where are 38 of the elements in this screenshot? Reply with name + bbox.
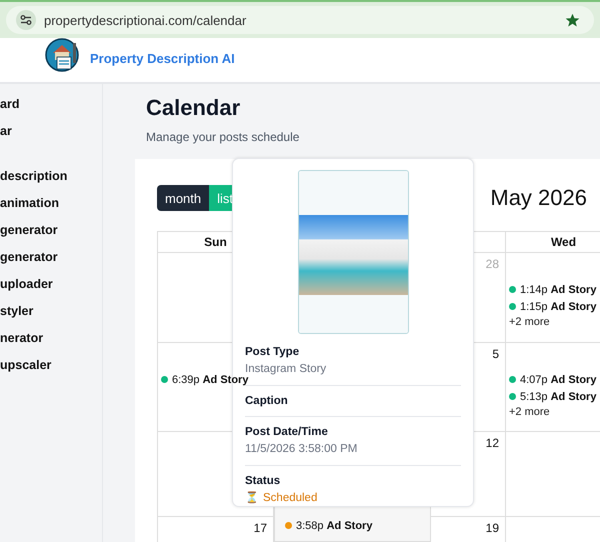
sidebar-item[interactable]: generator: [0, 250, 102, 277]
day-cell[interactable]: 1:14p Ad Story 1:15p Ad Story +2 more: [506, 253, 600, 343]
sidebar-item[interactable]: description: [0, 169, 102, 196]
page-title: Calendar: [145, 95, 242, 121]
sidebar-item[interactable]: uploader: [0, 277, 102, 304]
month-title: May 2026: [490, 185, 587, 211]
more-link[interactable]: +2 more: [509, 315, 600, 328]
day-number[interactable]: 12: [486, 436, 499, 450]
status-text: Scheduled: [263, 491, 318, 506]
hourglass-icon: ⏳: [245, 489, 259, 507]
calendar-event[interactable]: 5:13p Ad Story: [509, 388, 600, 405]
sidebar-item[interactable]: upscaler: [0, 358, 102, 385]
calendar-event[interactable]: 4:07p Ad Story: [509, 371, 600, 388]
sidebar-item[interactable]: ar: [0, 124, 102, 151]
sidebar-item[interactable]: styler: [0, 304, 102, 331]
day-cell[interactable]: 4:07p Ad Story 5:13p Ad Story +2 more: [506, 343, 600, 432]
address-bar[interactable]: propertydescriptionai.com/calendar: [6, 6, 594, 34]
day-number[interactable]: 19: [486, 521, 499, 535]
app-name[interactable]: Property Description AI: [90, 50, 235, 66]
day-number[interactable]: 5: [492, 347, 499, 361]
field-value: 11/5/2026 3:58:00 PM: [245, 442, 358, 457]
page-subtitle: Manage your posts schedule: [145, 129, 300, 144]
bookmark-star-icon[interactable]: [565, 12, 580, 28]
field-label: Status: [245, 474, 282, 489]
url-text: propertydescriptionai.com/calendar: [44, 12, 248, 28]
calendar-event[interactable]: 1:14p Ad Story: [509, 281, 600, 298]
view-button[interactable]: month: [157, 185, 210, 211]
more-link[interactable]: +2 more: [509, 405, 600, 418]
calendar-event[interactable]: 3:58p Ad Story: [285, 517, 422, 534]
sidebar-item[interactable]: nerator: [0, 331, 102, 358]
calendar-event[interactable]: 1:15p Ad Story: [509, 298, 600, 315]
day-number[interactable]: 17: [254, 521, 267, 535]
sidebar-item[interactable]: ard: [0, 97, 102, 124]
sidebar-item[interactable]: animation: [0, 196, 102, 223]
site-settings-icon[interactable]: [16, 10, 36, 30]
weekday-header: Wed: [506, 232, 600, 253]
logo-icon[interactable]: [45, 37, 81, 73]
sidebar-item[interactable]: generator: [0, 223, 102, 250]
